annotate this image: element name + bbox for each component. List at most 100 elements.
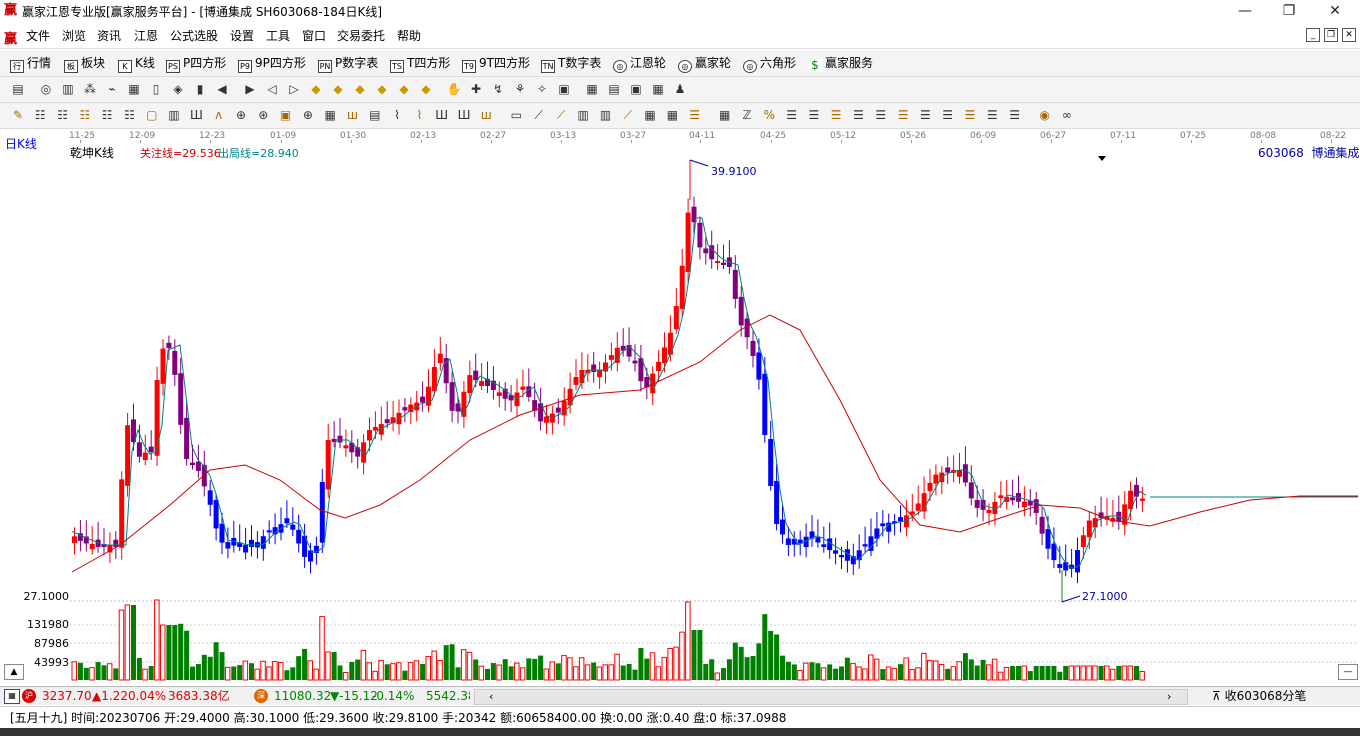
toolbar2-tool-icon[interactable]: ✚	[468, 81, 484, 97]
toolbar3-tool-icon[interactable]: ☰	[917, 107, 933, 123]
toolbar3-tool-icon[interactable]: ▥	[598, 107, 614, 123]
menu-tools[interactable]: 工具	[266, 28, 290, 44]
toolbar3-tool-icon[interactable]: ☷	[99, 107, 115, 123]
menu-info[interactable]: 资讯	[97, 28, 121, 44]
toolbar3-tool-icon[interactable]: ⊕	[233, 107, 249, 123]
toolbar3-tool-icon[interactable]: ш	[345, 107, 361, 123]
scroll-right-arrow-icon[interactable]: ›	[1167, 688, 1171, 706]
grid-icon[interactable]: ▦	[4, 689, 20, 704]
kline-chart[interactable]	[0, 143, 1360, 686]
toolbar3-tool-icon[interactable]: ▦	[322, 107, 338, 123]
toolbar2-tool-icon[interactable]: ⁂	[82, 81, 98, 97]
toolbar3-tool-icon[interactable]: ◉	[1037, 107, 1053, 123]
toolbar3-tool-icon[interactable]: ⟋	[620, 107, 636, 123]
toolbar2-tool-icon[interactable]: ▤	[606, 81, 622, 97]
minimize-button[interactable]: —	[1222, 0, 1268, 24]
horizontal-scrollbar[interactable]: ‹ ›	[474, 689, 1188, 705]
tick-detail-label[interactable]: ⊼ 收603068分笔	[1212, 687, 1306, 705]
toolbar3-tool-icon[interactable]: ☰	[687, 107, 703, 123]
toolbar3-tool-icon[interactable]: ▣	[278, 107, 294, 123]
toolbar3-tool-icon[interactable]: ☰	[873, 107, 889, 123]
close-button[interactable]: ✕	[1312, 0, 1358, 24]
toolbar2-tool-icon[interactable]: ◁	[264, 81, 280, 97]
toolbar-hexagon[interactable]: ◎ 六角形	[743, 54, 796, 73]
toolbar3-tool-icon[interactable]: ш	[478, 107, 494, 123]
menu-trade[interactable]: 交易委托	[337, 28, 385, 44]
toolbar-sector[interactable]: 板板块	[64, 54, 105, 73]
menu-browse[interactable]: 浏览	[62, 28, 86, 44]
toolbar2-tool-icon[interactable]: ◆	[418, 81, 434, 97]
menu-file[interactable]: 文件	[26, 28, 50, 44]
toolbar3-tool-icon[interactable]: ▢	[144, 107, 160, 123]
toolbar2-tool-icon[interactable]: ▦	[126, 81, 142, 97]
toolbar3-tool-icon[interactable]: ☰	[984, 107, 1000, 123]
mdi-close-icon[interactable]: ✕	[1342, 28, 1356, 42]
toolbar3-tool-icon[interactable]: Ш	[188, 107, 204, 123]
toolbar3-tool-icon[interactable]: ⊕	[300, 107, 316, 123]
toolbar2-tool-icon[interactable]: ▦	[584, 81, 600, 97]
toolbar2-tool-icon[interactable]: ▤	[10, 81, 26, 97]
toolbar3-tool-icon[interactable]: ▦	[664, 107, 680, 123]
toolbar2-tool-icon[interactable]: ◆	[374, 81, 390, 97]
toolbar3-tool-icon[interactable]: ⌇	[389, 107, 405, 123]
toolbar2-tool-icon[interactable]: ✧	[534, 81, 550, 97]
toolbar3-tool-icon[interactable]: ⟋	[531, 107, 547, 123]
toolbar-winner-wheel[interactable]: ◎ 赢家轮	[678, 54, 731, 73]
toolbar3-tool-icon[interactable]: ʌ	[211, 107, 227, 123]
toolbar-t-square[interactable]: TS T四方形	[390, 54, 450, 73]
toolbar2-tool-icon[interactable]: ◆	[308, 81, 324, 97]
toolbar3-tool-icon[interactable]: ☰	[828, 107, 844, 123]
menu-gann[interactable]: 江恩	[134, 28, 158, 44]
toolbar3-tool-icon[interactable]: ☷	[55, 107, 71, 123]
toolbar2-tool-icon[interactable]: ↯	[490, 81, 506, 97]
toolbar-service[interactable]: $ 赢家服务	[808, 54, 873, 72]
toolbar3-tool-icon[interactable]: ☷	[77, 107, 93, 123]
toolbar3-tool-icon[interactable]: ▥	[575, 107, 591, 123]
toolbar3-tool-icon[interactable]: ⟋	[553, 107, 569, 123]
toolbar-p-table[interactable]: PN P数字表	[318, 54, 378, 73]
mdi-restore-icon[interactable]: ❐	[1324, 28, 1338, 42]
toolbar2-tool-icon[interactable]: ⚘	[512, 81, 528, 97]
toolbar3-tool-icon[interactable]: ☷	[32, 107, 48, 123]
toolbar3-tool-icon[interactable]: ▭	[508, 107, 524, 123]
scroll-right-icon[interactable]: —	[1338, 664, 1358, 680]
toolbar3-tool-icon[interactable]: Ш	[434, 107, 450, 123]
toolbar3-tool-icon[interactable]: ☰	[806, 107, 822, 123]
toolbar3-tool-icon[interactable]: ✎	[10, 107, 26, 123]
menu-window[interactable]: 窗口	[302, 28, 326, 44]
toolbar2-tool-icon[interactable]: ◎	[38, 81, 54, 97]
toolbar2-tool-icon[interactable]: ▮	[192, 81, 208, 97]
toolbar-t-table[interactable]: TN T数字表	[541, 54, 601, 73]
toolbar2-tool-icon[interactable]: ▶	[242, 81, 258, 97]
toolbar3-tool-icon[interactable]: ▦	[717, 107, 733, 123]
toolbar-gann-wheel[interactable]: ◎ 江恩轮	[613, 54, 666, 73]
toolbar-9p-square[interactable]: P9 9P四方形	[238, 54, 306, 73]
toolbar-kline[interactable]: K K线	[118, 54, 155, 73]
toolbar3-tool-icon[interactable]: ☰	[784, 107, 800, 123]
toolbar2-tool-icon[interactable]: ♟	[672, 81, 688, 97]
toolbar2-tool-icon[interactable]: ◆	[352, 81, 368, 97]
menu-settings[interactable]: 设置	[230, 28, 254, 44]
toolbar3-tool-icon[interactable]: ☰	[895, 107, 911, 123]
toolbar2-tool-icon[interactable]: ▣	[628, 81, 644, 97]
toolbar3-tool-icon[interactable]: ☰	[851, 107, 867, 123]
scroll-left-icon[interactable]: ‹	[489, 688, 493, 706]
toolbar3-tool-icon[interactable]: ▦	[642, 107, 658, 123]
toolbar3-tool-icon[interactable]: ⊛	[255, 107, 271, 123]
toolbar-p-square[interactable]: PS P四方形	[166, 54, 226, 73]
toolbar2-tool-icon[interactable]: ◆	[396, 81, 412, 97]
toolbar-quotes[interactable]: 行行情	[10, 54, 51, 73]
toolbar2-tool-icon[interactable]: ◆	[330, 81, 346, 97]
toolbar3-tool-icon[interactable]: ☰	[1007, 107, 1023, 123]
toolbar2-tool-icon[interactable]: ▣	[556, 81, 572, 97]
toolbar2-tool-icon[interactable]: ▯	[148, 81, 164, 97]
toolbar2-tool-icon[interactable]: ⌁	[104, 81, 120, 97]
toolbar3-tool-icon[interactable]: ▤	[367, 107, 383, 123]
toolbar2-tool-icon[interactable]: ▥	[60, 81, 76, 97]
toolbar3-tool-icon[interactable]: ☰	[940, 107, 956, 123]
toolbar2-tool-icon[interactable]: ◈	[170, 81, 186, 97]
toolbar2-tool-icon[interactable]: ◀	[214, 81, 230, 97]
toolbar3-tool-icon[interactable]: ∞	[1059, 107, 1075, 123]
toolbar3-tool-icon[interactable]: %	[761, 107, 777, 123]
toolbar3-tool-icon[interactable]: ⌇	[411, 107, 427, 123]
